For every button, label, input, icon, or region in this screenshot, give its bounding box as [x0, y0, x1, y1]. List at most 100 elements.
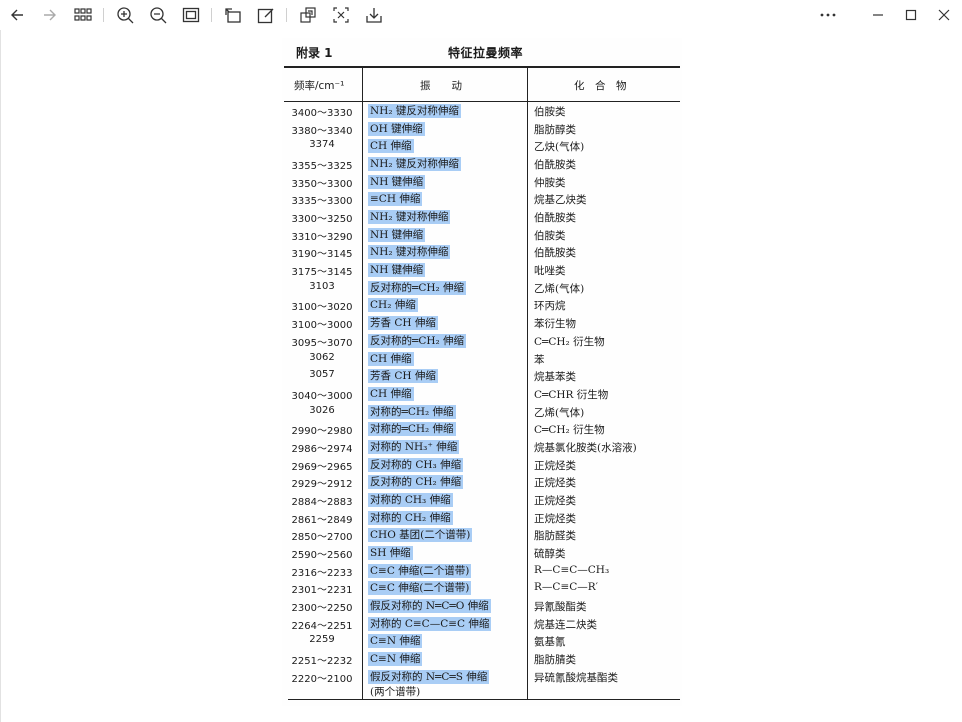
- vibration-cell[interactable]: 对称的 C≡C—C≡C 伸缩: [368, 616, 492, 631]
- vibration-cell[interactable]: CH 伸缩: [368, 351, 414, 366]
- vibration-cell[interactable]: CH 伸缩: [368, 386, 414, 401]
- minimize-icon[interactable]: [867, 4, 889, 26]
- selected-text[interactable]: ≡CH 伸缩: [368, 192, 423, 207]
- selected-text[interactable]: 芳香 CH 伸缩: [368, 316, 438, 331]
- vibration-cell[interactable]: NH₂ 键对称伸缩: [368, 209, 451, 225]
- zoom-in-icon[interactable]: [114, 4, 136, 26]
- selected-text[interactable]: SH 伸缩: [368, 546, 413, 560]
- vibration-cell[interactable]: ≡CH 伸缩: [368, 191, 423, 207]
- selected-text[interactable]: 反对称的═CH₂ 伸缩: [368, 333, 467, 348]
- edit-icon[interactable]: [255, 4, 277, 26]
- vibration-cell[interactable]: NH₂ 键反对称伸缩: [368, 156, 461, 172]
- vibration-cell[interactable]: 假反对称的 N═C═S 伸缩: [368, 669, 490, 684]
- vibration-cell[interactable]: 对称的═CH₂ 伸缩: [368, 421, 456, 437]
- maximize-icon[interactable]: [900, 4, 922, 26]
- selected-text[interactable]: 反对称的 CH₃ 伸缩: [368, 457, 464, 472]
- frequency-cell: 3062: [309, 351, 335, 363]
- compound-cell: 环丙烷: [534, 300, 566, 313]
- continuation-note: (两个谱带): [370, 686, 421, 698]
- vibration-cell[interactable]: SH 伸缩: [368, 545, 413, 560]
- selected-text[interactable]: 对称的 NH₃⁺ 伸缩: [368, 439, 460, 454]
- selected-text[interactable]: C≡C 伸缩(二个谱带): [368, 563, 472, 578]
- selected-text[interactable]: C≡C 伸缩(二个谱带): [368, 581, 472, 596]
- vibration-cell[interactable]: 反对称的═CH₂ 伸缩: [368, 280, 467, 295]
- vibration-cell[interactable]: NH₂ 键反对称伸缩: [368, 103, 461, 118]
- frequency-cell: 2301～2231: [291, 585, 353, 597]
- selected-text[interactable]: 反对称的═CH₂ 伸缩: [368, 280, 467, 295]
- selected-text[interactable]: 芳香 CH 伸缩: [368, 369, 438, 384]
- compound-cell: 氨基氰: [534, 636, 566, 649]
- vibration-cell[interactable]: CHO 基团(二个谱带): [368, 527, 473, 543]
- selected-text[interactable]: NH₂ 键对称伸缩: [368, 245, 451, 260]
- vibration-cell[interactable]: OH 键伸缩: [368, 121, 425, 136]
- selected-text[interactable]: 假反对称的 N═C═O 伸缩: [368, 599, 491, 614]
- zoom-out-icon[interactable]: [147, 4, 169, 26]
- selected-text[interactable]: 假反对称的 N═C═S 伸缩: [368, 669, 490, 684]
- table-row: 3190～3145 NH₂ 键对称伸缩 伯酰胺类: [282, 244, 682, 262]
- scan-icon[interactable]: [330, 4, 352, 26]
- selected-text[interactable]: C≡N 伸缩: [368, 634, 423, 649]
- selected-text[interactable]: NH 键伸缩: [368, 227, 426, 242]
- vibration-cell[interactable]: CH 伸缩: [368, 138, 414, 154]
- selected-text[interactable]: CH 伸缩: [368, 386, 414, 401]
- selected-text[interactable]: NH 键伸缩: [368, 174, 426, 189]
- fit-page-icon[interactable]: [180, 4, 202, 26]
- download-icon[interactable]: [363, 4, 385, 26]
- more-icon[interactable]: [817, 4, 839, 26]
- selected-text[interactable]: 对称的═CH₂ 伸缩: [368, 422, 456, 437]
- vibration-cell[interactable]: C≡C 伸缩(二个谱带): [368, 580, 472, 596]
- selected-text[interactable]: CH 伸缩: [368, 351, 414, 366]
- vibration-cell[interactable]: C≡N 伸缩: [368, 633, 423, 649]
- vibration-cell[interactable]: 对称的 NH₃⁺ 伸缩: [368, 439, 460, 454]
- frequency-cell: 3026: [309, 404, 335, 416]
- vibration-cell[interactable]: 对称的═CH₂ 伸缩: [368, 404, 456, 419]
- vibration-cell[interactable]: NH 键伸缩: [368, 227, 426, 242]
- table-row: 2990～2980 对称的═CH₂ 伸缩 C═CH₂ 衍生物: [282, 421, 682, 439]
- selected-text[interactable]: OH 键伸缩: [368, 121, 425, 136]
- frequency-cell: 2986～2974: [291, 443, 353, 455]
- vibration-cell[interactable]: CH₂ 伸缩: [368, 297, 418, 313]
- selected-text[interactable]: NH₂ 键反对称伸缩: [368, 104, 461, 118]
- vibration-cell[interactable]: 假反对称的 N═C═O 伸缩: [368, 598, 491, 614]
- vibration-cell[interactable]: 反对称的 CH₃ 伸缩: [368, 457, 464, 472]
- selected-text[interactable]: 对称的 CH₃ 伸缩: [368, 492, 453, 507]
- vibration-cell[interactable]: C≡C 伸缩(二个谱带): [368, 563, 472, 578]
- bottom-rule: [288, 699, 680, 701]
- vibration-cell[interactable]: NH 键伸缩: [368, 174, 426, 189]
- selected-text[interactable]: NH₂ 键反对称伸缩: [368, 157, 461, 172]
- vibration-cell[interactable]: NH₂ 键对称伸缩: [368, 244, 451, 260]
- selected-text[interactable]: CH₂ 伸缩: [368, 298, 418, 313]
- selected-text[interactable]: C≡N 伸缩: [368, 652, 423, 667]
- table-row: 2861～2849 对称的 CH₂ 伸缩 正烷烃类: [282, 510, 682, 528]
- frequency-cell: 2990～2980: [291, 426, 353, 438]
- vibration-cell[interactable]: 反对称的 CH₂ 伸缩: [368, 474, 464, 490]
- selected-text[interactable]: NH₂ 键对称伸缩: [368, 210, 451, 225]
- selected-text[interactable]: 对称的 C≡C—C≡C 伸缩: [368, 616, 492, 631]
- vibration-cell[interactable]: 芳香 CH 伸缩: [368, 368, 438, 384]
- frequency-cell: 2850～2700: [291, 532, 353, 544]
- frequency-cell: 2264～2251: [291, 620, 353, 632]
- rotate-icon[interactable]: [222, 4, 244, 26]
- vibration-cell[interactable]: 对称的 CH₂ 伸缩: [368, 510, 453, 525]
- table-row: 2251～2232 C≡N 伸缩 脂肪腈类: [282, 651, 682, 669]
- selected-text[interactable]: 对称的═CH₂ 伸缩: [368, 404, 456, 419]
- close-icon[interactable]: [933, 4, 955, 26]
- frequency-cell: 2590～2560: [291, 550, 353, 561]
- vibration-cell[interactable]: 反对称的═CH₂ 伸缩: [368, 333, 467, 348]
- forward-arrow-icon[interactable]: [39, 4, 61, 26]
- vibration-cell[interactable]: NH 键伸缩: [368, 262, 426, 278]
- selected-text[interactable]: CHO 基团(二个谱带): [368, 528, 473, 543]
- frequency-cell: 3103: [309, 280, 335, 292]
- back-arrow-icon[interactable]: [6, 4, 28, 26]
- vibration-cell[interactable]: C≡N 伸缩: [368, 651, 423, 667]
- selected-text[interactable]: 对称的 CH₂ 伸缩: [368, 510, 453, 525]
- crop-icon[interactable]: [297, 4, 319, 26]
- selected-text[interactable]: NH 键伸缩: [368, 263, 426, 278]
- grid-icon[interactable]: [72, 4, 94, 26]
- vibration-cell[interactable]: 对称的 CH₃ 伸缩: [368, 492, 453, 507]
- vibration-cell[interactable]: 芳香 CH 伸缩: [368, 315, 438, 331]
- selected-text[interactable]: CH 伸缩: [368, 139, 414, 154]
- appendix-label: 附录 1: [296, 46, 333, 60]
- selected-text[interactable]: 反对称的 CH₂ 伸缩: [368, 475, 464, 490]
- compound-cell: C═CHR 衍生物: [534, 388, 609, 401]
